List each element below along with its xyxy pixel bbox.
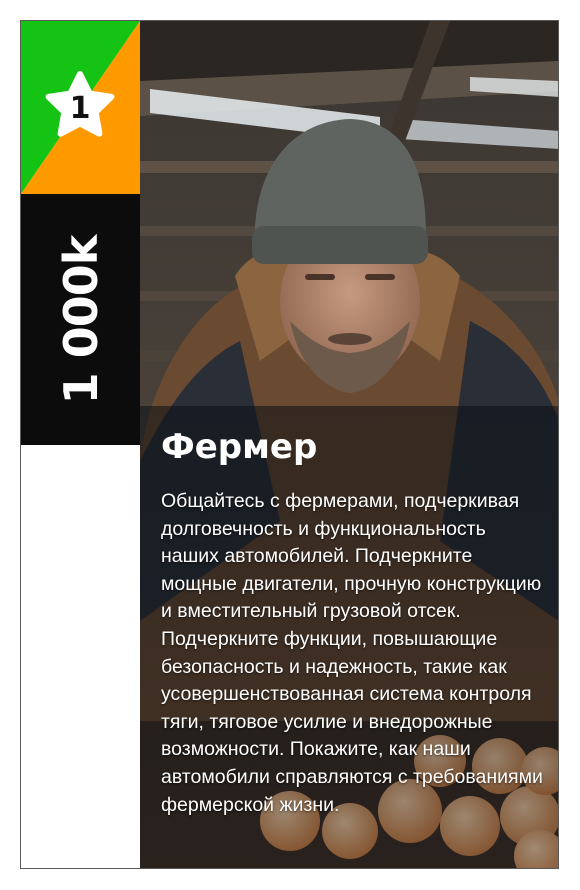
card-description: Общайтесь с фермерами, подчеркивая долго…	[161, 490, 543, 816]
side-column: 1 1 000k	[21, 21, 140, 868]
card: 1 1 000k Фермер Общайтесь с фермерами, п…	[20, 20, 559, 869]
level-badge-graphic: 1	[21, 21, 140, 194]
level-badge: 1	[21, 21, 140, 194]
card-value: 1 000k	[53, 235, 108, 404]
level-number: 1	[70, 91, 91, 126]
value-box: 1 000k	[21, 194, 140, 445]
card-title: Фермер	[161, 427, 318, 467]
